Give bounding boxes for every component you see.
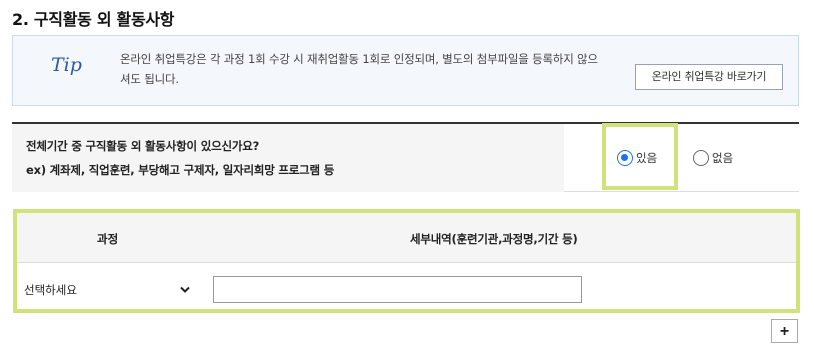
course-select-value: 선택하세요 bbox=[24, 283, 77, 297]
radio-button-no[interactable] bbox=[693, 150, 709, 166]
column-header-course: 과정 bbox=[97, 232, 119, 246]
chevron-down-icon bbox=[180, 286, 190, 293]
online-lecture-link-button[interactable]: 온라인 취업특강 바로가기 bbox=[635, 64, 783, 90]
question-cell: 전체기간 중 구직활동 외 활동사항이 있으신가요? ex) 계좌제, 직업훈련… bbox=[12, 124, 564, 192]
table-header: 과정 세부내역(훈련기관,과정명,기간 등) bbox=[17, 213, 796, 263]
section-title: 2. 구직활동 외 활동사항 bbox=[12, 10, 175, 29]
radio-label-yes: 있음 bbox=[636, 151, 658, 165]
question-example: ex) 계좌제, 직업훈련, 부당해고 구제자, 일자리희망 프로그램 등 bbox=[26, 163, 335, 177]
radio-option-yes[interactable]: 있음 bbox=[617, 150, 657, 166]
add-row-button[interactable]: + bbox=[771, 319, 798, 343]
detail-input[interactable] bbox=[213, 276, 582, 303]
radio-option-no[interactable]: 없음 bbox=[693, 150, 733, 166]
column-header-detail: 세부내역(훈련기관,과정명,기간 등) bbox=[410, 232, 578, 246]
question-text: 전체기간 중 구직활동 외 활동사항이 있으신가요? bbox=[26, 139, 260, 153]
radio-button-yes[interactable] bbox=[617, 150, 633, 166]
tip-label: Tip bbox=[51, 54, 82, 76]
tip-text: 온라인 취업특강은 각 과정 1회 수강 시 재취업활동 1회로 인정되며, 별… bbox=[120, 52, 598, 86]
course-select[interactable]: 선택하세요 bbox=[20, 276, 196, 304]
radio-label-no: 없음 bbox=[712, 151, 734, 165]
question-row: 전체기간 중 구직활동 외 활동사항이 있으신가요? ex) 계좌제, 직업훈련… bbox=[12, 122, 799, 192]
tip-box: Tip 온라인 취업특강은 각 과정 1회 수강 시 재취업활동 1회로 인정되… bbox=[12, 35, 799, 106]
